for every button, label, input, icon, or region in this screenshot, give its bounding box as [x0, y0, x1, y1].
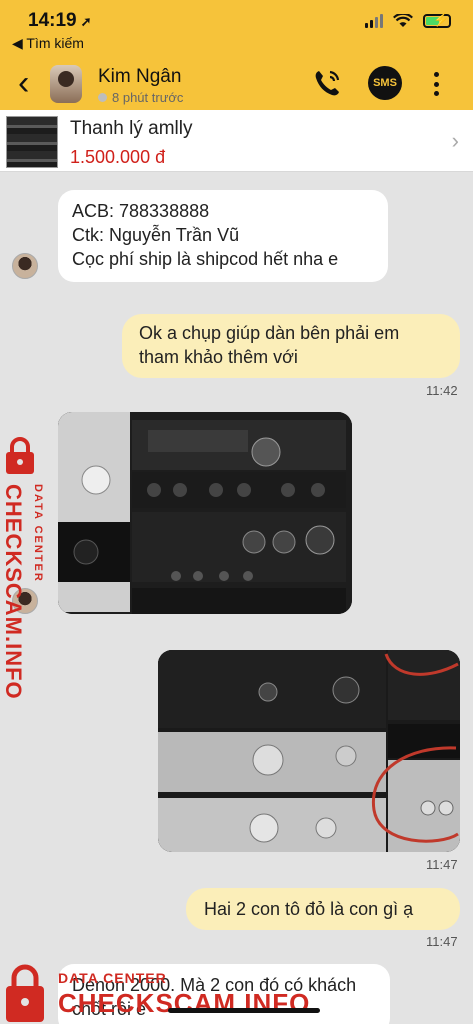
location-arrow-icon: ➚: [80, 14, 92, 29]
wifi-icon: [393, 14, 413, 27]
message-bubble-out[interactable]: Ok a chụp giúp dàn bên phải em tham khảo…: [122, 314, 460, 378]
amplifier-photo[interactable]: [158, 650, 460, 852]
watermark-label: DATA CENTER: [32, 484, 44, 583]
last-seen: 8 phút trước: [98, 90, 183, 105]
message-time: 11:47: [426, 857, 458, 872]
chevron-right-icon: ›: [451, 128, 459, 153]
back-to-app-link[interactable]: ◀ Tìm kiếm: [12, 35, 84, 52]
offline-dot-icon: [98, 93, 107, 102]
sender-avatar[interactable]: [12, 253, 38, 279]
watermark-site: CHECKSCAM.INFO: [58, 988, 311, 1018]
chat-header: ‹ Kim Ngân 8 phút trước SMS: [0, 58, 473, 110]
home-indicator[interactable]: [168, 1008, 320, 1013]
more-options-icon[interactable]: [432, 72, 440, 96]
lock-icon: [6, 964, 44, 1022]
message-time: 11:47: [426, 934, 458, 949]
message-line: Cọc phí ship là shipcod hết nha e: [72, 249, 339, 269]
message-line: Hai 2 con tô đỏ là con gì ạ: [204, 899, 414, 919]
battery-icon: ⚡: [423, 12, 451, 28]
watermark-label: DATA CENTER: [58, 970, 167, 986]
amplifier-photo[interactable]: [58, 412, 352, 614]
message-time: 11:42: [426, 383, 458, 398]
contact-avatar[interactable]: [50, 65, 82, 103]
contact-name[interactable]: Kim Ngân: [98, 66, 181, 88]
message-bubble-in[interactable]: ACB: 788338888 Ctk: Nguyễn Trần Vũ Cọc p…: [58, 190, 388, 282]
sms-button[interactable]: SMS: [368, 66, 402, 100]
signal-icon: [365, 14, 383, 28]
message-line: ACB: 788338888: [72, 201, 210, 221]
watermark-site: CHECKSCAM.INFO: [1, 484, 26, 700]
message-line: tham khảo thêm với: [139, 347, 298, 367]
message-line: Ok a chụp giúp dàn bên phải em: [139, 323, 400, 343]
message-line: Ctk: Nguyễn Trần Vũ: [72, 225, 240, 245]
back-chevron-icon[interactable]: ‹: [18, 66, 29, 100]
sms-label: SMS: [373, 77, 397, 89]
status-bar: 14:19 ➚ ◀ Tìm kiếm ⚡: [0, 0, 473, 58]
product-title: Thanh lý amlly: [70, 118, 193, 139]
product-card[interactable]: Thanh lý amlly 1.500.000 đ ›: [0, 110, 473, 172]
status-time: 14:19 ➚: [28, 10, 92, 31]
lock-icon: [6, 437, 34, 474]
product-price: 1.500.000 đ: [70, 147, 166, 167]
phone-call-icon[interactable]: [310, 66, 344, 100]
message-bubble-out[interactable]: Hai 2 con tô đỏ là con gì ạ: [186, 888, 460, 930]
last-seen-text: 8 phút trước: [112, 90, 184, 105]
product-thumbnail: [6, 116, 58, 168]
